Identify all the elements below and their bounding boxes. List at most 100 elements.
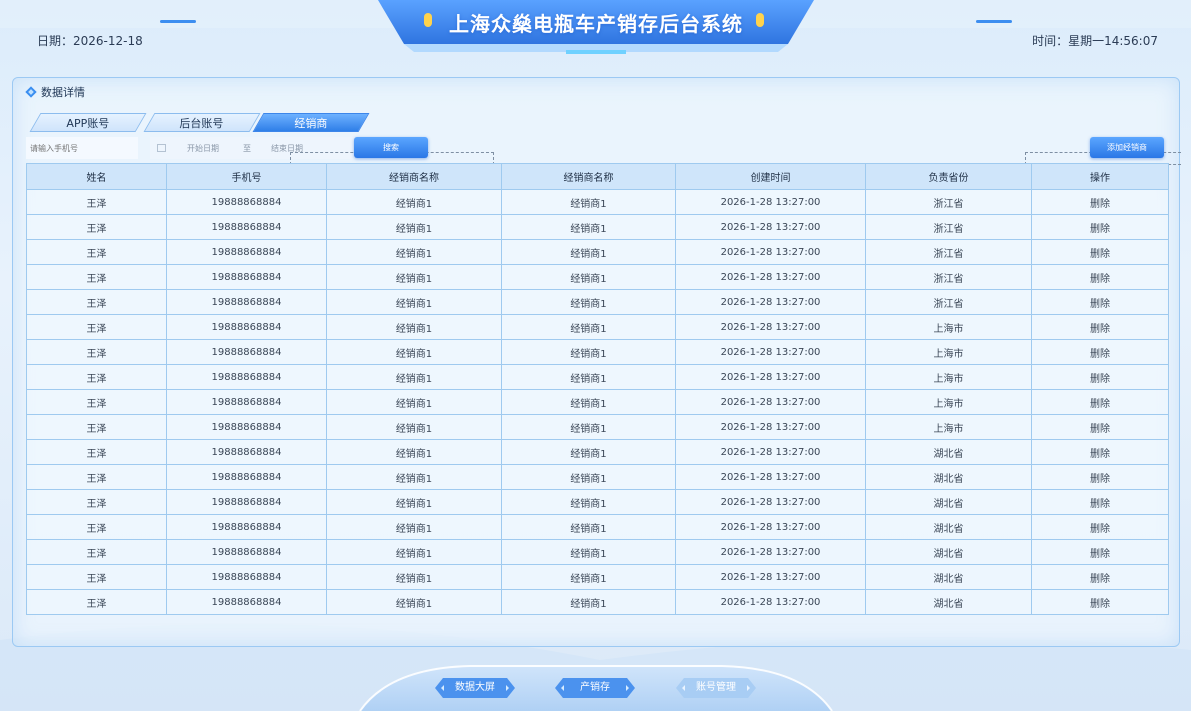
cell-phone: 19888868884 xyxy=(166,389,327,415)
delete-link[interactable]: 删除 xyxy=(1031,389,1169,415)
cell-created-time: 2026-1-28 13:27:00 xyxy=(675,539,866,565)
cell-created-time: 2026-1-28 13:27:00 xyxy=(675,589,866,615)
delete-link[interactable]: 删除 xyxy=(1031,314,1169,340)
cell-created-time: 2026-1-28 13:27:00 xyxy=(675,189,866,215)
cell-dealer-name-2: 经销商1 xyxy=(501,564,676,590)
cell-dealer-name: 经销商1 xyxy=(326,589,502,615)
cell-name: 王泽 xyxy=(26,464,167,490)
cell-created-time: 2026-1-28 13:27:00 xyxy=(675,414,866,440)
table-row: 王泽 19888868884 经销商1 经销商1 2026-1-28 13:27:00 浙… xyxy=(26,214,1169,240)
delete-link[interactable]: 删除 xyxy=(1031,564,1169,590)
delete-link[interactable]: 删除 xyxy=(1031,189,1169,215)
delete-link[interactable]: 删除 xyxy=(1031,514,1169,540)
delete-link[interactable]: 删除 xyxy=(1031,439,1169,465)
delete-link[interactable]: 删除 xyxy=(1031,539,1169,565)
cell-dealer-name-2: 经销商1 xyxy=(501,364,676,390)
column-header-created-time: 创建时间 xyxy=(675,163,866,190)
top-header: 上海众燊电瓶车产销存后台系统 日期：2026-12-18 时间：星期一14:56… xyxy=(0,0,1191,70)
cell-created-time: 2026-1-28 13:27:00 xyxy=(675,289,866,315)
delete-link[interactable]: 删除 xyxy=(1031,239,1169,265)
cell-created-time: 2026-1-28 13:27:00 xyxy=(675,389,866,415)
time-display: 时间：星期一14:56:07 xyxy=(1032,34,1158,48)
phone-search-input[interactable] xyxy=(26,137,138,159)
cell-dealer-name-2: 经销商1 xyxy=(501,214,676,240)
cell-phone: 19888868884 xyxy=(166,464,327,490)
column-header-dealer-name: 经销商名称 xyxy=(326,163,502,190)
cell-dealer-name-2: 经销商1 xyxy=(501,539,676,565)
nav-account-management[interactable]: 账号管理 xyxy=(676,678,756,698)
tab-app-account[interactable]: APP账号 xyxy=(29,113,147,132)
nav-data-screen[interactable]: 数据大屏 xyxy=(435,678,515,698)
diamond-icon xyxy=(25,86,37,98)
cell-dealer-name: 经销商1 xyxy=(326,289,502,315)
cell-province: 上海市 xyxy=(865,414,1032,440)
table-row: 王泽 19888868884 经销商1 经销商1 2026-1-28 13:27:00 浙… xyxy=(26,189,1169,215)
table-body: 王泽 19888868884 经销商1 经销商1 2026-1-28 13:27:00 浙… xyxy=(26,189,1169,615)
nav-production-sales-inventory[interactable]: 产销存 xyxy=(555,678,635,698)
column-header-province: 负责省份 xyxy=(865,163,1032,190)
cell-name: 王泽 xyxy=(26,439,167,465)
cell-created-time: 2026-1-28 13:27:00 xyxy=(675,364,866,390)
cell-dealer-name: 经销商1 xyxy=(326,189,502,215)
cell-phone: 19888868884 xyxy=(166,364,327,390)
cell-dealer-name-2: 经销商1 xyxy=(501,289,676,315)
cell-dealer-name-2: 经销商1 xyxy=(501,489,676,515)
data-detail-panel: 数据详情 APP账号 后台账号 经销商 开始日期 至 结束日期 搜索 添加经销商… xyxy=(12,77,1181,647)
cell-dealer-name-2: 经销商1 xyxy=(501,439,676,465)
cell-province: 浙江省 xyxy=(865,239,1032,265)
column-header-actions: 操作 xyxy=(1031,163,1169,190)
cell-phone: 19888868884 xyxy=(166,264,327,290)
date-display: 日期：2026-12-18 xyxy=(37,34,143,48)
table-header-row: 姓名 手机号 经销商名称 经销商名称 创建时间 负责省份 操作 xyxy=(26,163,1169,190)
cell-created-time: 2026-1-28 13:27:00 xyxy=(675,489,866,515)
cell-name: 王泽 xyxy=(26,189,167,215)
delete-link[interactable]: 删除 xyxy=(1031,589,1169,615)
tab-backend-account[interactable]: 后台账号 xyxy=(143,113,261,132)
cell-name: 王泽 xyxy=(26,414,167,440)
cell-dealer-name-2: 经销商1 xyxy=(501,314,676,340)
cell-dealer-name-2: 经销商1 xyxy=(501,389,676,415)
cell-name: 王泽 xyxy=(26,364,167,390)
tab-dealer[interactable]: 经销商 xyxy=(252,113,370,132)
add-dealer-button[interactable]: 添加经销商 xyxy=(1090,137,1164,158)
date-start-placeholder: 开始日期 xyxy=(187,144,219,153)
cell-province: 浙江省 xyxy=(865,264,1032,290)
delete-link[interactable]: 删除 xyxy=(1031,364,1169,390)
header-left-bar xyxy=(160,20,196,23)
table-row: 王泽 19888868884 经销商1 经销商1 2026-1-28 13:27:00 湖… xyxy=(26,539,1169,565)
cell-province: 湖北省 xyxy=(865,439,1032,465)
table-row: 王泽 19888868884 经销商1 经销商1 2026-1-28 13:27:00 浙… xyxy=(26,264,1169,290)
table-row: 王泽 19888868884 经销商1 经销商1 2026-1-28 13:27:00 湖… xyxy=(26,589,1169,615)
cell-province: 上海市 xyxy=(865,339,1032,365)
panel-header: 数据详情 xyxy=(25,84,85,100)
title-right-dot xyxy=(756,13,764,27)
cell-province: 湖北省 xyxy=(865,564,1032,590)
cell-phone: 19888868884 xyxy=(166,189,327,215)
delete-link[interactable]: 删除 xyxy=(1031,339,1169,365)
cell-dealer-name-2: 经销商1 xyxy=(501,239,676,265)
delete-link[interactable]: 删除 xyxy=(1031,414,1169,440)
search-button[interactable]: 搜索 xyxy=(354,137,428,158)
cell-created-time: 2026-1-28 13:27:00 xyxy=(675,214,866,240)
cell-dealer-name: 经销商1 xyxy=(326,464,502,490)
delete-link[interactable]: 删除 xyxy=(1031,289,1169,315)
cell-name: 王泽 xyxy=(26,289,167,315)
cell-dealer-name: 经销商1 xyxy=(326,239,502,265)
cell-phone: 19888868884 xyxy=(166,214,327,240)
cell-created-time: 2026-1-28 13:27:00 xyxy=(675,339,866,365)
cell-dealer-name: 经销商1 xyxy=(326,439,502,465)
delete-link[interactable]: 删除 xyxy=(1031,464,1169,490)
cell-created-time: 2026-1-28 13:27:00 xyxy=(675,239,866,265)
cell-province: 浙江省 xyxy=(865,189,1032,215)
cell-phone: 19888868884 xyxy=(166,439,327,465)
cell-phone: 19888868884 xyxy=(166,514,327,540)
cell-dealer-name: 经销商1 xyxy=(326,489,502,515)
page-title: 上海众燊电瓶车产销存后台系统 xyxy=(449,12,743,36)
panel-title: 数据详情 xyxy=(41,86,85,99)
delete-link[interactable]: 删除 xyxy=(1031,489,1169,515)
cell-dealer-name: 经销商1 xyxy=(326,564,502,590)
delete-link[interactable]: 删除 xyxy=(1031,214,1169,240)
cell-name: 王泽 xyxy=(26,214,167,240)
delete-link[interactable]: 删除 xyxy=(1031,264,1169,290)
cell-phone: 19888868884 xyxy=(166,414,327,440)
